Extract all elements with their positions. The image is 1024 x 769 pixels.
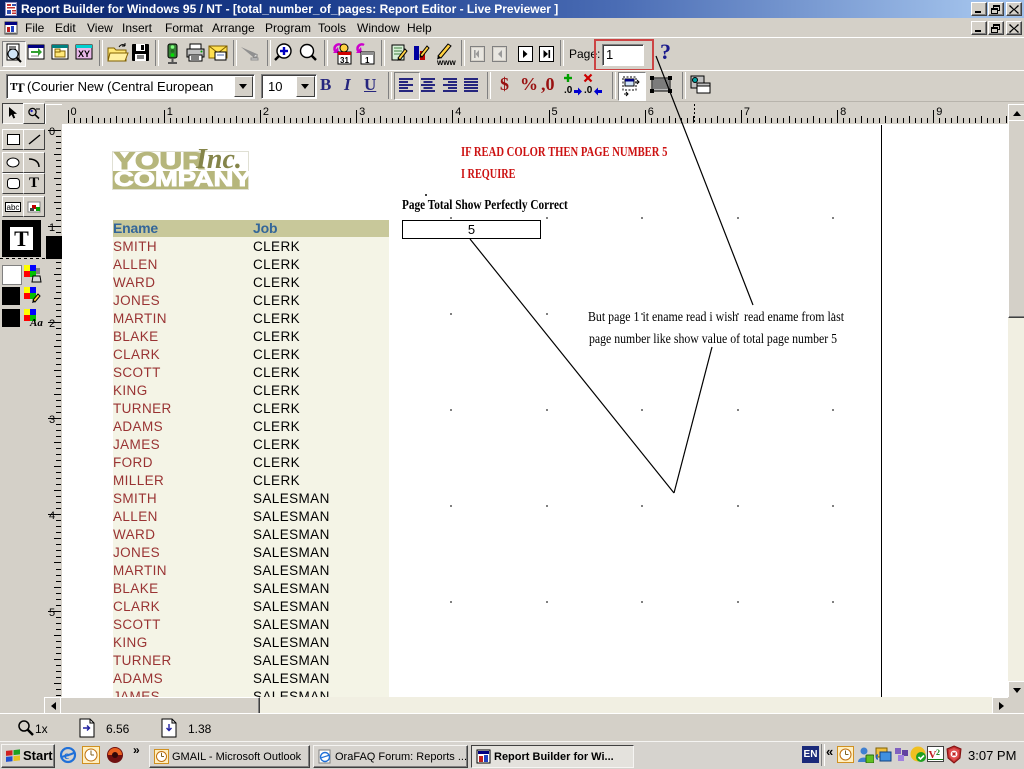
svg-text:abc: abc: [7, 203, 20, 212]
svg-text:1: 1: [365, 56, 370, 65]
svg-text:Aa: Aa: [29, 317, 43, 328]
svg-text:e: e: [64, 748, 70, 762]
svg-text:2: 2: [936, 748, 940, 757]
svg-text:www: www: [436, 58, 456, 66]
svg-text:.0: .0: [564, 85, 573, 96]
svg-text:31: 31: [340, 56, 349, 65]
svg-text:T: T: [16, 80, 25, 93]
svg-text:XY: XY: [78, 49, 90, 59]
svg-text:.0: .0: [584, 85, 593, 96]
